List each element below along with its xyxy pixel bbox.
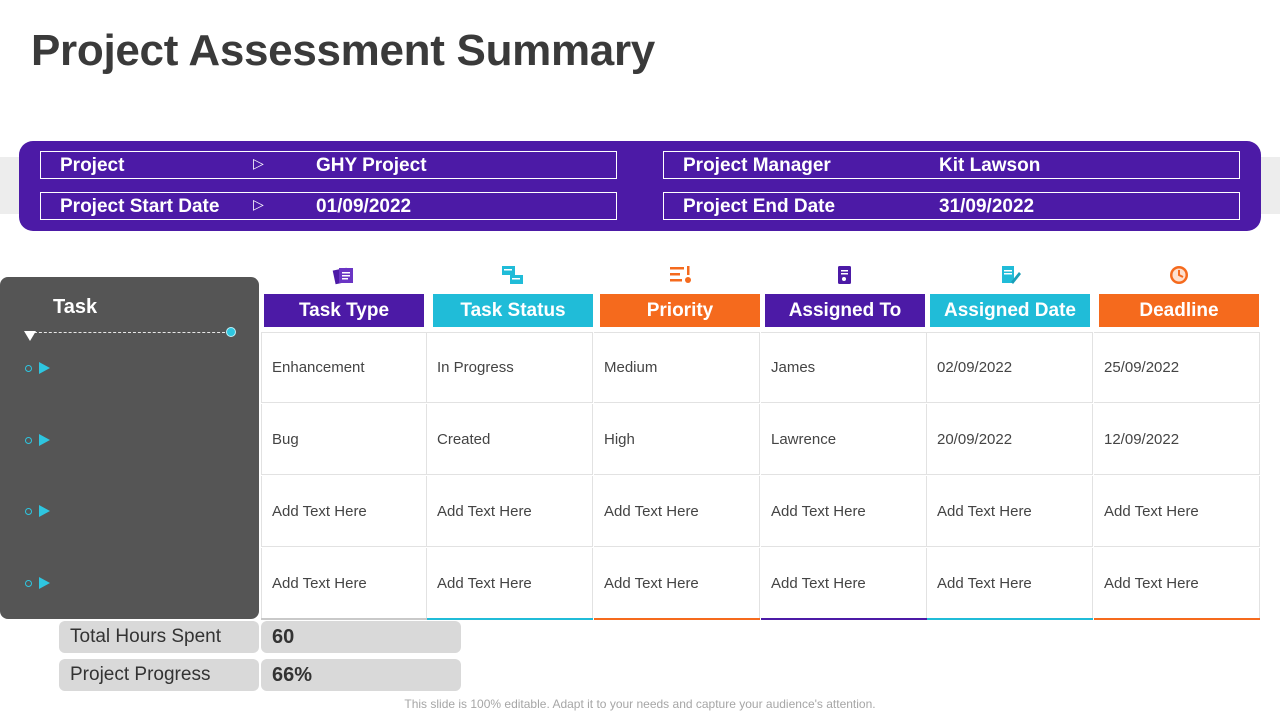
table-cell: Add Text Here [427,548,593,619]
start-date-label: Project Start Date [60,196,220,217]
play-arrow-icon: ▷ [253,196,264,212]
triangle-down-icon [24,331,36,341]
project-label: Project [60,155,125,176]
table-cell: Add Text Here [594,476,760,547]
table-cell: Medium [594,332,760,403]
manager-value: Kit Lawson [939,155,1041,176]
table-cell: 20/09/2022 [927,404,1093,475]
column-header-deadline: Deadline [1099,294,1259,327]
table-cell: James [761,332,927,403]
column-bottom-accent [927,618,1093,620]
column-bottom-accent [427,618,593,620]
task-header: Task [53,296,98,318]
column-header-assigned-to: Assigned To [765,294,925,327]
table-cell: Created [427,404,593,475]
project-name-box: Project ▷ GHY Project [40,151,617,179]
table-cell: Lawrence [761,404,927,475]
project-info-banner: Project ▷ GHY Project Project Start Date… [19,141,1261,231]
row-marker-icon [25,577,55,591]
row-marker-icon [25,505,55,519]
dot-icon [226,327,236,337]
column-header-task-status: Task Status [433,294,593,327]
column-bottom-accent [261,618,427,620]
play-arrow-icon: ▷ [253,155,264,171]
table-cell: Add Text Here [261,548,427,619]
end-date-value: 31/09/2022 [939,196,1035,217]
task-table: Enhancement In Progress Medium James 02/… [261,332,1262,620]
clock-icon [1153,256,1205,294]
footer-note: This slide is 100% editable. Adapt it to… [404,697,876,711]
table-cell: Add Text Here [1094,476,1260,547]
row-marker-icon [25,362,55,376]
column-bottom-accent [761,618,927,620]
table-cell: High [594,404,760,475]
column-bottom-accent [594,618,760,620]
table-cell: Add Text Here [1094,548,1260,619]
column-bottom-accent [1094,618,1260,620]
task-panel: Task [0,277,259,619]
priority-list-icon [654,256,706,294]
total-hours-label: Total Hours Spent [59,621,259,653]
status-cards-icon [487,256,539,294]
column-header-assigned-date: Assigned Date [930,294,1090,327]
table-cell: Add Text Here [927,548,1093,619]
table-cell: In Progress [427,332,593,403]
table-cell: Add Text Here [427,476,593,547]
table-cell: Bug [261,404,427,475]
project-end-box: Project End Date 31/09/2022 [663,192,1240,220]
table-cell: Add Text Here [761,548,927,619]
column-header-priority: Priority [600,294,760,327]
signed-document-icon [984,256,1036,294]
table-cell: 25/09/2022 [1094,332,1260,403]
table-cell: Add Text Here [261,476,427,547]
documents-icon [318,256,370,294]
project-progress-label: Project Progress [59,659,259,691]
table-cell: 12/09/2022 [1094,404,1260,475]
table-cell: Add Text Here [594,548,760,619]
table-cell: Add Text Here [761,476,927,547]
assignee-document-icon [819,256,871,294]
row-marker-icon [25,434,55,448]
start-date-value: 01/09/2022 [316,196,412,217]
total-hours-value: 60 [261,621,461,653]
end-date-label: Project End Date [683,196,836,217]
project-value: GHY Project [316,155,427,176]
column-header-task-type: Task Type [264,294,424,327]
table-cell: Add Text Here [927,476,1093,547]
project-progress-value: 66% [261,659,461,691]
task-divider-line [29,332,230,333]
table-cell: Enhancement [261,332,427,403]
table-cell: 02/09/2022 [927,332,1093,403]
project-start-box: Project Start Date ▷ 01/09/2022 [40,192,617,220]
page-title: Project Assessment Summary [31,26,655,75]
project-manager-box: Project Manager Kit Lawson [663,151,1240,179]
manager-label: Project Manager [683,155,831,176]
